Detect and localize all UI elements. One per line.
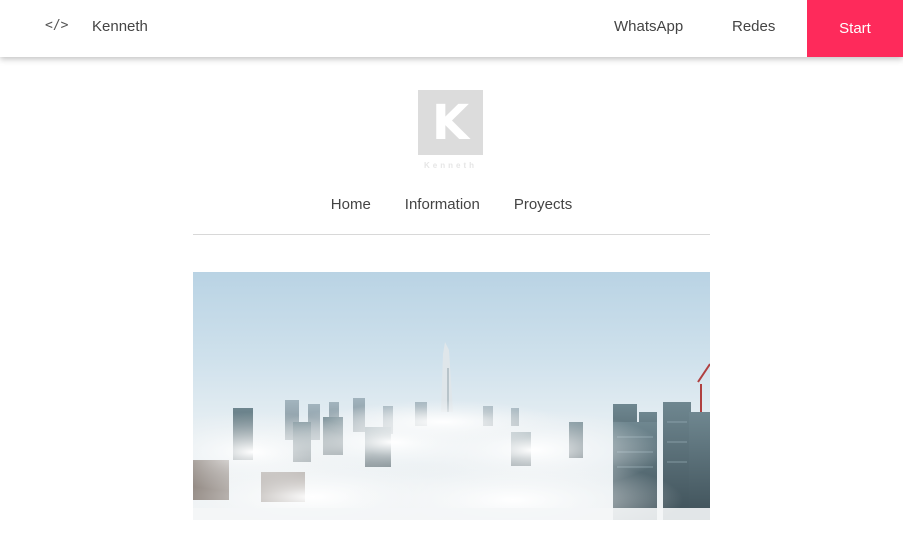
start-button[interactable]: Start	[807, 0, 903, 57]
main-nav: Home Information Proyects	[193, 196, 710, 216]
brand-link[interactable]: Kenneth	[92, 18, 148, 35]
logo: K	[418, 90, 483, 155]
nav-proyects[interactable]: Proyects	[514, 196, 572, 216]
redes-link[interactable]: Redes	[732, 18, 775, 35]
logo-caption: Kenneth	[424, 161, 477, 170]
nav-home[interactable]: Home	[331, 196, 371, 216]
whatsapp-link[interactable]: WhatsApp	[614, 18, 683, 35]
nav-divider	[193, 234, 710, 235]
hero-image	[193, 272, 710, 520]
top-bar: </> Kenneth WhatsApp Redes Start	[0, 0, 903, 57]
logo-letter: K	[431, 94, 470, 151]
city-skyline-above-clouds-image	[193, 342, 710, 520]
nav-information[interactable]: Information	[405, 196, 480, 216]
code-icon: </>	[45, 18, 69, 33]
